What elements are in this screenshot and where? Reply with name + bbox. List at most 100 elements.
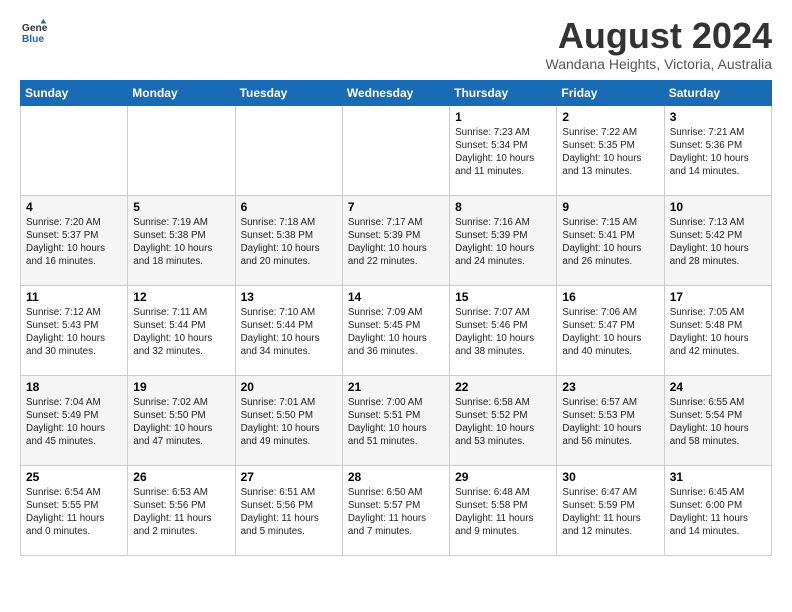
day-number: 16 (562, 290, 658, 304)
day-number: 4 (26, 200, 122, 214)
day-info: Sunrise: 7:04 AM Sunset: 5:49 PM Dayligh… (26, 396, 122, 449)
day-info: Sunrise: 7:23 AM Sunset: 5:34 PM Dayligh… (455, 126, 551, 179)
day-info: Sunrise: 7:15 AM Sunset: 5:41 PM Dayligh… (562, 216, 658, 269)
column-header-thursday: Thursday (450, 80, 557, 105)
day-number: 18 (26, 380, 122, 394)
day-number: 24 (670, 380, 766, 394)
calendar-cell: 25 Sunrise: 6:54 AM Sunset: 5:55 PM Dayli… (21, 465, 128, 555)
calendar-cell: 30 Sunrise: 6:47 AM Sunset: 5:59 PM Dayli… (557, 465, 664, 555)
calendar-cell: 20 Sunrise: 7:01 AM Sunset: 5:50 PM Dayli… (235, 375, 342, 465)
calendar-week-4: 18 Sunrise: 7:04 AM Sunset: 5:49 PM Dayli… (21, 375, 772, 465)
day-info: Sunrise: 6:54 AM Sunset: 5:55 PM Dayligh… (26, 486, 122, 539)
calendar-header-row: SundayMondayTuesdayWednesdayThursdayFrid… (21, 80, 772, 105)
day-number: 25 (26, 470, 122, 484)
calendar-cell: 31 Sunrise: 6:45 AM Sunset: 6:00 PM Dayli… (664, 465, 771, 555)
calendar-cell: 22 Sunrise: 6:58 AM Sunset: 5:52 PM Dayli… (450, 375, 557, 465)
day-info: Sunrise: 6:58 AM Sunset: 5:52 PM Dayligh… (455, 396, 551, 449)
calendar-cell: 2 Sunrise: 7:22 AM Sunset: 5:35 PM Daylig… (557, 105, 664, 195)
day-number: 3 (670, 110, 766, 124)
day-info: Sunrise: 7:06 AM Sunset: 5:47 PM Dayligh… (562, 306, 658, 359)
day-number: 23 (562, 380, 658, 394)
calendar-cell: 26 Sunrise: 6:53 AM Sunset: 5:56 PM Dayli… (128, 465, 235, 555)
day-number: 8 (455, 200, 551, 214)
page-header: General Blue August 2024 Wandana Heights… (20, 16, 772, 72)
day-info: Sunrise: 7:22 AM Sunset: 5:35 PM Dayligh… (562, 126, 658, 179)
calendar-cell: 28Sunrise: 6:50 AM Sunset: 5:57 PM Dayli… (342, 465, 449, 555)
column-header-tuesday: Tuesday (235, 80, 342, 105)
calendar-cell: 15 Sunrise: 7:07 AM Sunset: 5:46 PM Dayli… (450, 285, 557, 375)
calendar-cell: 18 Sunrise: 7:04 AM Sunset: 5:49 PM Dayli… (21, 375, 128, 465)
day-info: Sunrise: 7:17 AM Sunset: 5:39 PM Dayligh… (348, 216, 444, 269)
day-number: 26 (133, 470, 229, 484)
day-info: Sunrise: 6:55 AM Sunset: 5:54 PM Dayligh… (670, 396, 766, 449)
day-info: Sunrise: 7:21 AM Sunset: 5:36 PM Dayligh… (670, 126, 766, 179)
day-number: 27 (241, 470, 337, 484)
calendar-cell (128, 105, 235, 195)
column-header-saturday: Saturday (664, 80, 771, 105)
day-number: 12 (133, 290, 229, 304)
calendar-cell: 8 Sunrise: 7:16 AM Sunset: 5:39 PM Daylig… (450, 195, 557, 285)
day-number: 20 (241, 380, 337, 394)
day-info: Sunrise: 6:53 AM Sunset: 5:56 PM Dayligh… (133, 486, 229, 539)
calendar-cell (21, 105, 128, 195)
calendar-cell (235, 105, 342, 195)
day-info: Sunrise: 7:12 AM Sunset: 5:43 PM Dayligh… (26, 306, 122, 359)
calendar-cell: 1Sunrise: 7:23 AM Sunset: 5:34 PM Daylig… (450, 105, 557, 195)
svg-text:General: General (22, 23, 48, 34)
day-number: 14 (348, 290, 444, 304)
day-number: 2 (562, 110, 658, 124)
day-number: 17 (670, 290, 766, 304)
column-header-monday: Monday (128, 80, 235, 105)
day-info: Sunrise: 7:13 AM Sunset: 5:42 PM Dayligh… (670, 216, 766, 269)
day-number: 15 (455, 290, 551, 304)
column-header-wednesday: Wednesday (342, 80, 449, 105)
calendar-cell: 19 Sunrise: 7:02 AM Sunset: 5:50 PM Dayli… (128, 375, 235, 465)
day-info: Sunrise: 7:01 AM Sunset: 5:50 PM Dayligh… (241, 396, 337, 449)
month-title: August 2024 (546, 16, 772, 56)
day-number: 11 (26, 290, 122, 304)
day-info: Sunrise: 7:10 AM Sunset: 5:44 PM Dayligh… (241, 306, 337, 359)
day-info: Sunrise: 7:02 AM Sunset: 5:50 PM Dayligh… (133, 396, 229, 449)
day-number: 5 (133, 200, 229, 214)
day-number: 28 (348, 470, 444, 484)
calendar-week-2: 4Sunrise: 7:20 AM Sunset: 5:37 PM Daylig… (21, 195, 772, 285)
calendar-cell: 16 Sunrise: 7:06 AM Sunset: 5:47 PM Dayli… (557, 285, 664, 375)
day-info: Sunrise: 7:18 AM Sunset: 5:38 PM Dayligh… (241, 216, 337, 269)
calendar-cell: 11 Sunrise: 7:12 AM Sunset: 5:43 PM Dayli… (21, 285, 128, 375)
day-number: 19 (133, 380, 229, 394)
day-info: Sunrise: 7:16 AM Sunset: 5:39 PM Dayligh… (455, 216, 551, 269)
calendar-cell: 24 Sunrise: 6:55 AM Sunset: 5:54 PM Dayli… (664, 375, 771, 465)
day-number: 31 (670, 470, 766, 484)
day-number: 21 (348, 380, 444, 394)
day-number: 22 (455, 380, 551, 394)
day-info: Sunrise: 6:51 AM Sunset: 5:56 PM Dayligh… (241, 486, 337, 539)
day-number: 13 (241, 290, 337, 304)
day-info: Sunrise: 7:05 AM Sunset: 5:48 PM Dayligh… (670, 306, 766, 359)
day-info: Sunrise: 7:19 AM Sunset: 5:38 PM Dayligh… (133, 216, 229, 269)
calendar-cell: 27 Sunrise: 6:51 AM Sunset: 5:56 PM Dayli… (235, 465, 342, 555)
location-title: Wandana Heights, Victoria, Australia (546, 56, 772, 72)
calendar-cell: 29 Sunrise: 6:48 AM Sunset: 5:58 PM Dayli… (450, 465, 557, 555)
day-info: Sunrise: 6:48 AM Sunset: 5:58 PM Dayligh… (455, 486, 551, 539)
day-info: Sunrise: 6:47 AM Sunset: 5:59 PM Dayligh… (562, 486, 658, 539)
calendar-cell: 17 Sunrise: 7:05 AM Sunset: 5:48 PM Dayli… (664, 285, 771, 375)
day-number: 30 (562, 470, 658, 484)
logo-icon: General Blue (20, 16, 48, 44)
calendar-cell: 4Sunrise: 7:20 AM Sunset: 5:37 PM Daylig… (21, 195, 128, 285)
day-info: Sunrise: 6:45 AM Sunset: 6:00 PM Dayligh… (670, 486, 766, 539)
calendar-cell (342, 105, 449, 195)
calendar-cell: 7 Sunrise: 7:17 AM Sunset: 5:39 PM Daylig… (342, 195, 449, 285)
calendar-week-5: 25 Sunrise: 6:54 AM Sunset: 5:55 PM Dayli… (21, 465, 772, 555)
calendar-cell: 14 Sunrise: 7:09 AM Sunset: 5:45 PM Dayli… (342, 285, 449, 375)
calendar-cell: 21Sunrise: 7:00 AM Sunset: 5:51 PM Dayli… (342, 375, 449, 465)
svg-text:Blue: Blue (22, 34, 45, 44)
day-number: 29 (455, 470, 551, 484)
calendar-cell: 10Sunrise: 7:13 AM Sunset: 5:42 PM Dayli… (664, 195, 771, 285)
calendar-cell: 6Sunrise: 7:18 AM Sunset: 5:38 PM Daylig… (235, 195, 342, 285)
day-info: Sunrise: 7:09 AM Sunset: 5:45 PM Dayligh… (348, 306, 444, 359)
day-info: Sunrise: 7:07 AM Sunset: 5:46 PM Dayligh… (455, 306, 551, 359)
calendar-week-1: 1Sunrise: 7:23 AM Sunset: 5:34 PM Daylig… (21, 105, 772, 195)
calendar-cell: 3 Sunrise: 7:21 AM Sunset: 5:36 PM Daylig… (664, 105, 771, 195)
calendar-cell: 23Sunrise: 6:57 AM Sunset: 5:53 PM Dayli… (557, 375, 664, 465)
day-number: 7 (348, 200, 444, 214)
